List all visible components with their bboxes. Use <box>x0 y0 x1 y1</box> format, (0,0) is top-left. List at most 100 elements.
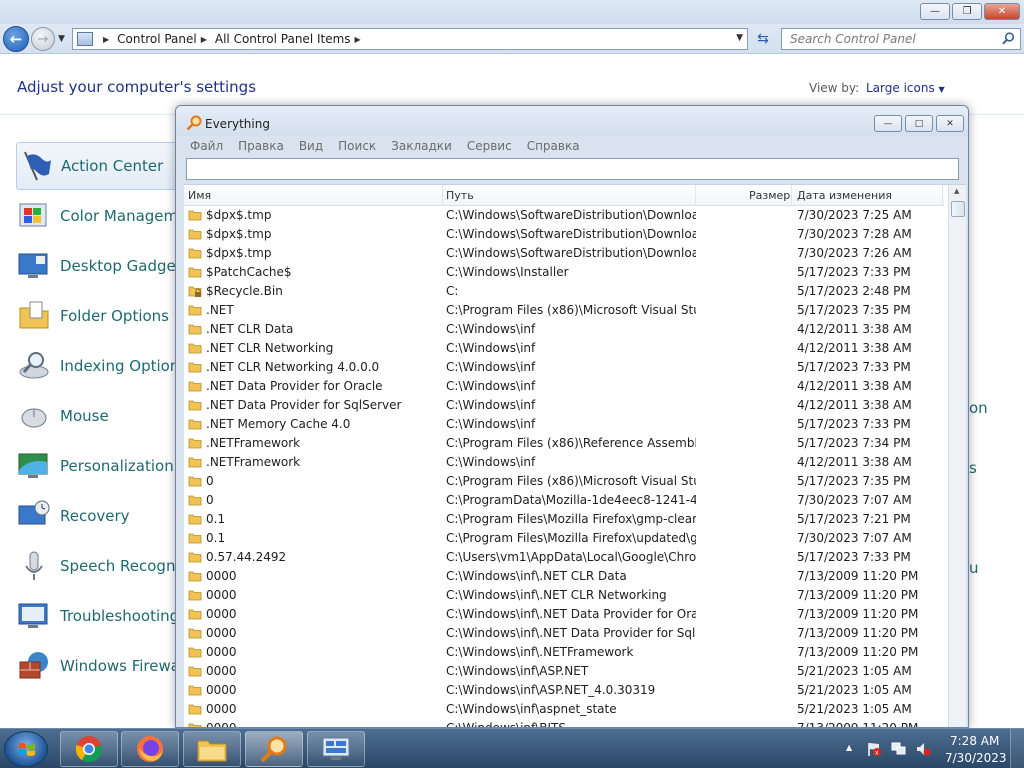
menu-edit[interactable]: Правка <box>238 136 284 156</box>
table-row[interactable]: 0000 C:\Windows\inf\.NET CLR Data 7/13/200… <box>184 567 944 586</box>
column-size[interactable]: Размер <box>749 189 790 202</box>
table-row[interactable]: 0.1 C:\Program Files\Mozilla Firefox\gmp-… <box>184 510 944 529</box>
cp-item-mouse[interactable]: Mouse <box>16 392 186 440</box>
forward-button[interactable]: → <box>31 27 55 51</box>
table-row[interactable]: .NET Data Provider for SqlServer C:\Windo… <box>184 396 944 415</box>
column-separator[interactable] <box>942 185 943 206</box>
cp-item-recovery[interactable]: Recovery <box>16 492 186 540</box>
table-row[interactable]: 0000 C:\Windows\inf\.NET Data Provider fo… <box>184 624 944 643</box>
vertical-scrollbar[interactable]: ▲ <box>948 185 966 727</box>
table-row[interactable]: 0 C:\Program Files (x86)\Microsoft Visual… <box>184 472 944 491</box>
table-row[interactable]: 0000 C:\Windows\inf\BITS 7/13/2009 11:20 P… <box>184 719 944 727</box>
search-input[interactable] <box>782 29 992 49</box>
table-row[interactable]: 0000 C:\Windows\inf\ASP.NET_4.0.30319 5/21… <box>184 681 944 700</box>
table-row[interactable]: .NET CLR Networking C:\Windows\inf 4/12/20… <box>184 339 944 358</box>
menu-tools[interactable]: Сервис <box>467 136 512 156</box>
show-desktop-button[interactable] <box>1010 729 1024 768</box>
cp-item-desktop-gadgets[interactable]: Desktop Gadgets <box>16 242 189 290</box>
clock-date[interactable]: 7/30/2023 <box>945 751 1007 765</box>
taskbar-everything-button[interactable] <box>245 731 303 767</box>
scroll-up-icon[interactable]: ▲ <box>954 187 959 195</box>
cp-item-color-management[interactable]: Color Management <box>16 192 203 240</box>
cp-item-speech-recognition[interactable]: Speech Recognition <box>16 542 208 590</box>
cp-item-indexing-options[interactable]: Indexing Options <box>16 342 187 390</box>
table-row[interactable]: $Recycle.Bin C: 5/17/2023 2:48 PM <box>184 282 944 301</box>
close-button[interactable]: ✕ <box>936 115 964 132</box>
maximize-button[interactable]: ❐ <box>952 3 982 20</box>
cp-item-action-center[interactable]: Action Center <box>16 142 186 190</box>
back-button[interactable]: ← <box>3 26 29 52</box>
action-center-flag-icon[interactable]: x <box>866 741 882 757</box>
search-icon[interactable] <box>1002 32 1015 45</box>
breadcrumb-arrow-icon[interactable]: ▶ <box>201 35 207 44</box>
cp-item-partial-label[interactable]: u <box>969 559 979 577</box>
start-button[interactable] <box>4 731 48 767</box>
table-row[interactable]: 0.57.44.2492 C:\Users\vm1\AppData\Local\G… <box>184 548 944 567</box>
menu-search[interactable]: Поиск <box>338 136 376 156</box>
minimize-button[interactable]: — <box>920 3 950 20</box>
taskbar-chrome-button[interactable] <box>60 731 118 767</box>
column-name[interactable]: Имя <box>188 189 211 202</box>
column-separator[interactable] <box>442 185 443 206</box>
file-date: 7/30/2023 7:07 AM <box>797 531 912 545</box>
maximize-button[interactable]: □ <box>905 115 933 132</box>
cp-item-partial-label[interactable]: on <box>969 399 988 417</box>
table-row[interactable]: .NET Memory Cache 4.0 C:\Windows\inf 5/17/… <box>184 415 944 434</box>
menu-help[interactable]: Справка <box>527 136 580 156</box>
table-row[interactable]: .NETFramework C:\Windows\inf 4/12/2011 3:3… <box>184 453 944 472</box>
menu-bookmarks[interactable]: Закладки <box>391 136 452 156</box>
table-row[interactable]: .NET C:\Program Files (x86)\Microsoft Vis… <box>184 301 944 320</box>
clock-time[interactable]: 7:28 AM <box>950 734 999 748</box>
cp-item-windows-firewall[interactable]: Windows Firewall <box>16 642 188 690</box>
breadcrumb-arrow-icon[interactable]: ▶ <box>103 35 109 44</box>
column-date[interactable]: Дата изменения <box>797 189 892 202</box>
cp-item-troubleshooting[interactable]: Troubleshooting <box>16 592 186 640</box>
cp-item-partial-label[interactable]: s <box>969 459 977 477</box>
column-separator[interactable] <box>791 185 792 206</box>
taskbar-control-panel-button[interactable] <box>307 731 365 767</box>
table-row[interactable]: $PatchCache$ C:\Windows\Installer 5/17/202… <box>184 263 944 282</box>
taskbar-explorer-button[interactable] <box>183 731 241 767</box>
table-row[interactable]: 0000 C:\Windows\inf\.NETFramework 7/13/200… <box>184 643 944 662</box>
firewall-icon <box>19 652 48 679</box>
table-row[interactable]: .NET CLR Data C:\Windows\inf 4/12/2011 3:3… <box>184 320 944 339</box>
breadcrumb-arrow-icon[interactable]: ▶ <box>355 35 361 44</box>
menu-file[interactable]: Файл <box>190 136 223 156</box>
table-row[interactable]: 0000 C:\Windows\inf\.NET CLR Networking 7/… <box>184 586 944 605</box>
menu-view[interactable]: Вид <box>299 136 323 156</box>
table-row[interactable]: $dpx$.tmp C:\Windows\SoftwareDistribution… <box>184 206 944 225</box>
cp-item-personalization[interactable]: Personalization <box>16 442 186 490</box>
scrollbar-thumb[interactable] <box>951 201 965 217</box>
address-bar[interactable]: ▶ Control Panel ▶ All Control Panel Item… <box>72 28 748 50</box>
breadcrumb-control-panel[interactable]: Control Panel <box>117 32 197 46</box>
table-row[interactable]: 0 C:\ProgramData\Mozilla-1de4eec8-1241-41… <box>184 491 944 510</box>
table-row[interactable]: 0000 C:\Windows\inf\aspnet_state 5/21/2023… <box>184 700 944 719</box>
view-by-dropdown[interactable]: Large icons ▼ <box>866 81 945 95</box>
column-separator[interactable] <box>695 185 696 206</box>
search-box[interactable] <box>781 28 1021 50</box>
everything-search-box[interactable] <box>186 158 959 180</box>
table-row[interactable]: $dpx$.tmp C:\Windows\SoftwareDistribution… <box>184 225 944 244</box>
table-row[interactable]: 0000 C:\Windows\inf\.NET Data Provider fo… <box>184 605 944 624</box>
minimize-button[interactable]: — <box>874 115 902 132</box>
table-row[interactable]: 0000 C:\Windows\inf\ASP.NET 5/21/2023 1:05… <box>184 662 944 681</box>
volume-muted-icon[interactable] <box>915 741 931 757</box>
taskbar-firefox-button[interactable] <box>121 731 179 767</box>
results-list[interactable]: Имя Путь Размер Дата изменения $dpx$.tmp… <box>184 184 966 727</box>
table-row[interactable]: .NETFramework C:\Program Files (x86)\Refe… <box>184 434 944 453</box>
close-button[interactable]: ✕ <box>984 3 1020 20</box>
everything-search-input[interactable] <box>187 159 958 179</box>
column-path[interactable]: Путь <box>446 189 474 202</box>
cp-item-folder-options[interactable]: Folder Options <box>16 292 186 340</box>
show-hidden-icons-icon[interactable]: ▲ <box>846 743 852 752</box>
file-date: 4/12/2011 3:38 AM <box>797 455 912 469</box>
table-row[interactable]: .NET CLR Networking 4.0.0.0 C:\Windows\in… <box>184 358 944 377</box>
refresh-icon[interactable]: ⇆ <box>752 29 774 49</box>
table-row[interactable]: 0.1 C:\Program Files\Mozilla Firefox\upda… <box>184 529 944 548</box>
network-icon[interactable] <box>891 741 907 757</box>
breadcrumb-all-items[interactable]: All Control Panel Items <box>215 32 351 46</box>
address-dropdown-icon[interactable]: ▼ <box>736 33 743 43</box>
table-row[interactable]: .NET Data Provider for Oracle C:\Windows\… <box>184 377 944 396</box>
table-row[interactable]: $dpx$.tmp C:\Windows\SoftwareDistribution… <box>184 244 944 263</box>
recent-pages-chevron-icon[interactable]: ▼ <box>58 34 65 44</box>
